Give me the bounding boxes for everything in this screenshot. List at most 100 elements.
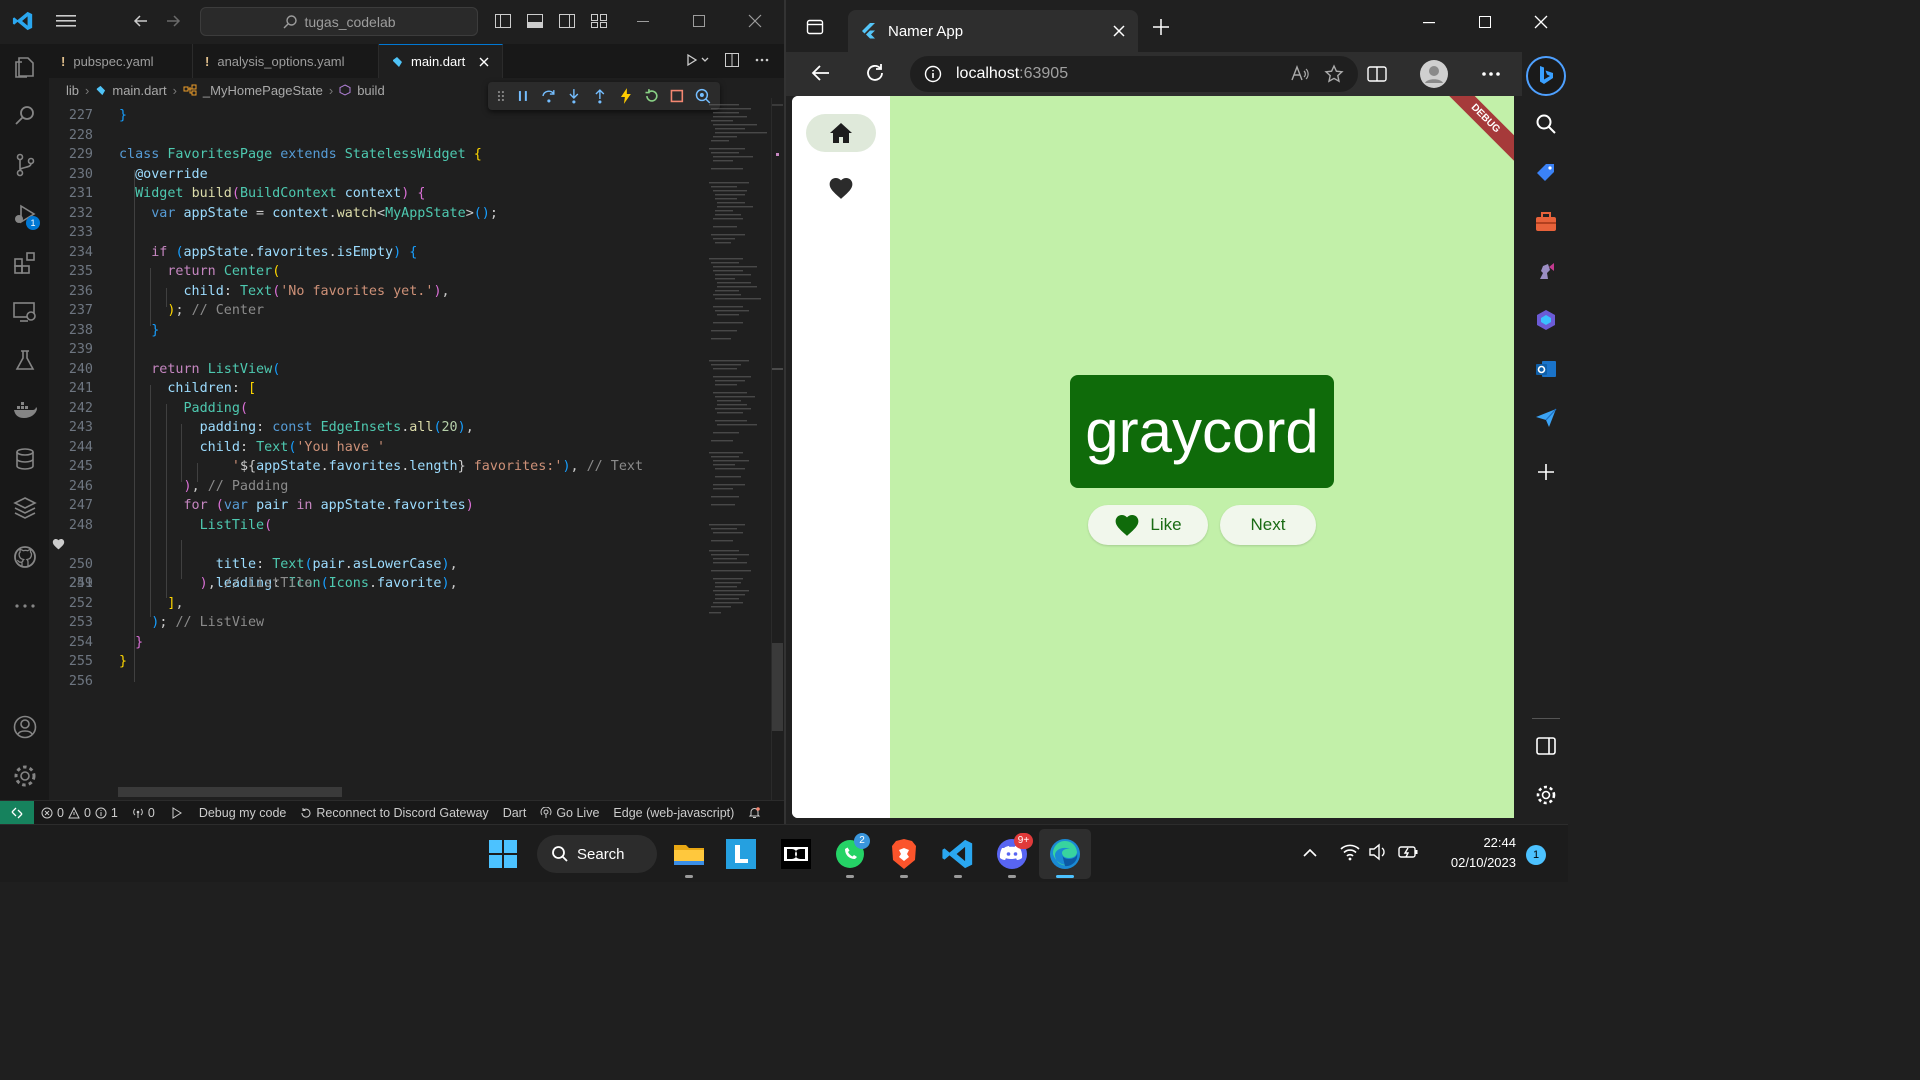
settings-gear-icon[interactable] xyxy=(12,763,38,789)
toggle-panel-icon[interactable] xyxy=(526,12,544,30)
more-icon[interactable] xyxy=(12,593,38,619)
show-hidden-icons-chevron-icon[interactable] xyxy=(1302,845,1318,861)
minimize-icon[interactable] xyxy=(1420,14,1438,32)
notification-center-badge[interactable]: 1 xyxy=(1526,845,1546,865)
nav-back-icon[interactable] xyxy=(132,12,150,30)
code-editor[interactable]: 227} 228 229 class FavoritesPage extends … xyxy=(49,104,701,784)
copilot-icon[interactable] xyxy=(1534,308,1558,332)
browser-tab-namer-app[interactable]: Namer App xyxy=(848,10,1138,52)
problems-indicator[interactable]: 0 0 1 xyxy=(34,806,125,820)
discord-status[interactable]: Reconnect to Discord Gateway xyxy=(293,806,495,820)
tab-pubspec[interactable]: ! pubspec.yaml xyxy=(49,44,193,78)
bing-copilot-icon[interactable] xyxy=(1526,56,1566,96)
add-sidebar-app-icon[interactable] xyxy=(1534,460,1558,484)
nav-favorites-button[interactable] xyxy=(825,172,857,204)
tab-actions-icon[interactable] xyxy=(806,18,824,36)
hide-sidebar-icon[interactable] xyxy=(1534,734,1558,758)
edge-taskbar-icon[interactable] xyxy=(1048,837,1082,871)
address-bar[interactable]: localhost:63905 xyxy=(910,56,1358,92)
menu-icon[interactable] xyxy=(56,12,76,30)
horizontal-scrollbar[interactable] xyxy=(118,787,342,797)
restart-icon[interactable] xyxy=(643,87,661,105)
volume-icon[interactable] xyxy=(1368,843,1388,861)
like-button[interactable]: Like xyxy=(1088,505,1208,545)
brave-browser-icon[interactable] xyxy=(887,837,921,871)
toggle-sidebar-icon[interactable] xyxy=(494,12,512,30)
refresh-icon[interactable] xyxy=(864,62,886,84)
language-mode[interactable]: Dart xyxy=(496,806,534,820)
dolby-access-icon[interactable] xyxy=(779,837,813,871)
toggle-secondary-sidebar-icon[interactable] xyxy=(558,12,576,30)
command-center-search[interactable]: tugas_codelab xyxy=(200,7,478,36)
github-icon[interactable] xyxy=(12,544,38,570)
testing-icon[interactable] xyxy=(12,348,38,374)
favorite-star-icon[interactable] xyxy=(1324,64,1344,84)
maximize-icon[interactable] xyxy=(1476,14,1494,32)
search-icon[interactable] xyxy=(12,103,38,129)
breadcrumb-lib[interactable]: lib xyxy=(66,83,79,98)
split-screen-icon[interactable] xyxy=(1366,64,1388,84)
games-icon[interactable] xyxy=(1534,259,1558,283)
remote-explorer-icon[interactable] xyxy=(12,299,38,325)
accounts-icon[interactable] xyxy=(12,714,38,740)
step-out-icon[interactable] xyxy=(591,87,609,105)
hot-reload-icon[interactable] xyxy=(617,87,635,105)
stop-icon[interactable] xyxy=(668,87,686,105)
send-icon[interactable] xyxy=(1534,406,1558,430)
extensions-icon[interactable] xyxy=(12,250,38,276)
pause-icon[interactable] xyxy=(514,87,532,105)
split-editor-icon[interactable] xyxy=(724,52,740,68)
nav-home-button[interactable] xyxy=(806,114,876,152)
tools-briefcase-icon[interactable] xyxy=(1534,210,1558,234)
start-windows-icon[interactable] xyxy=(486,837,520,871)
debug-status[interactable]: Debug my code xyxy=(162,806,294,820)
explorer-icon[interactable] xyxy=(12,54,38,80)
file-explorer-icon[interactable] xyxy=(672,837,706,871)
breadcrumb-file[interactable]: main.dart xyxy=(112,83,166,98)
database-icon[interactable] xyxy=(12,446,38,472)
tab-main-dart[interactable]: main.dart xyxy=(379,44,503,78)
search-icon[interactable] xyxy=(1534,112,1558,136)
new-tab-button[interactable] xyxy=(1152,18,1170,36)
remote-indicator[interactable] xyxy=(0,800,34,825)
sidebar-settings-icon[interactable] xyxy=(1534,783,1558,807)
close-icon[interactable] xyxy=(1532,14,1550,32)
layers-icon[interactable] xyxy=(12,495,38,521)
source-control-icon[interactable] xyxy=(12,152,38,178)
step-into-icon[interactable] xyxy=(565,87,583,105)
next-button[interactable]: Next xyxy=(1220,505,1316,545)
wifi-icon[interactable] xyxy=(1340,843,1360,861)
vscode-taskbar-icon[interactable] xyxy=(941,837,975,871)
tab-analysis-options[interactable]: ! analysis_options.yaml xyxy=(193,44,379,78)
notifications-bell[interactable] xyxy=(741,806,768,819)
minimize-icon[interactable] xyxy=(634,12,652,30)
site-info-icon[interactable] xyxy=(924,65,942,83)
nav-forward-icon[interactable] xyxy=(164,12,182,30)
shopping-tag-icon[interactable] xyxy=(1534,161,1558,185)
close-tab-icon[interactable] xyxy=(1112,24,1126,38)
settings-more-icon[interactable] xyxy=(1480,64,1502,84)
read-aloud-icon[interactable] xyxy=(1290,65,1310,83)
go-live-button[interactable]: Go Live xyxy=(533,806,606,820)
back-icon[interactable] xyxy=(810,62,832,84)
maximize-icon[interactable] xyxy=(690,12,708,30)
system-clock[interactable]: 22:44 02/10/2023 xyxy=(1432,833,1516,873)
breadcrumb-class[interactable]: _MyHomePageState xyxy=(203,83,323,98)
app-l-icon[interactable] xyxy=(724,837,758,871)
run-debug-dropdown-icon[interactable] xyxy=(686,52,710,68)
battery-charging-icon[interactable] xyxy=(1398,843,1420,861)
ports-indicator[interactable]: 0 xyxy=(125,806,162,820)
close-tab-icon[interactable] xyxy=(478,56,490,68)
breadcrumb-method[interactable]: build xyxy=(357,83,384,98)
close-icon[interactable] xyxy=(746,12,764,30)
customize-layout-icon[interactable] xyxy=(590,12,608,30)
taskbar-search[interactable]: Search xyxy=(537,835,657,873)
step-over-icon[interactable] xyxy=(540,87,558,105)
outlook-icon[interactable] xyxy=(1534,357,1558,381)
device-selector[interactable]: Edge (web-javascript) xyxy=(606,806,741,820)
profile-avatar[interactable] xyxy=(1420,60,1448,88)
more-actions-icon[interactable] xyxy=(754,52,770,68)
docker-icon[interactable] xyxy=(12,397,38,423)
minimap[interactable] xyxy=(701,98,771,798)
vertical-scrollbar[interactable] xyxy=(771,98,783,800)
